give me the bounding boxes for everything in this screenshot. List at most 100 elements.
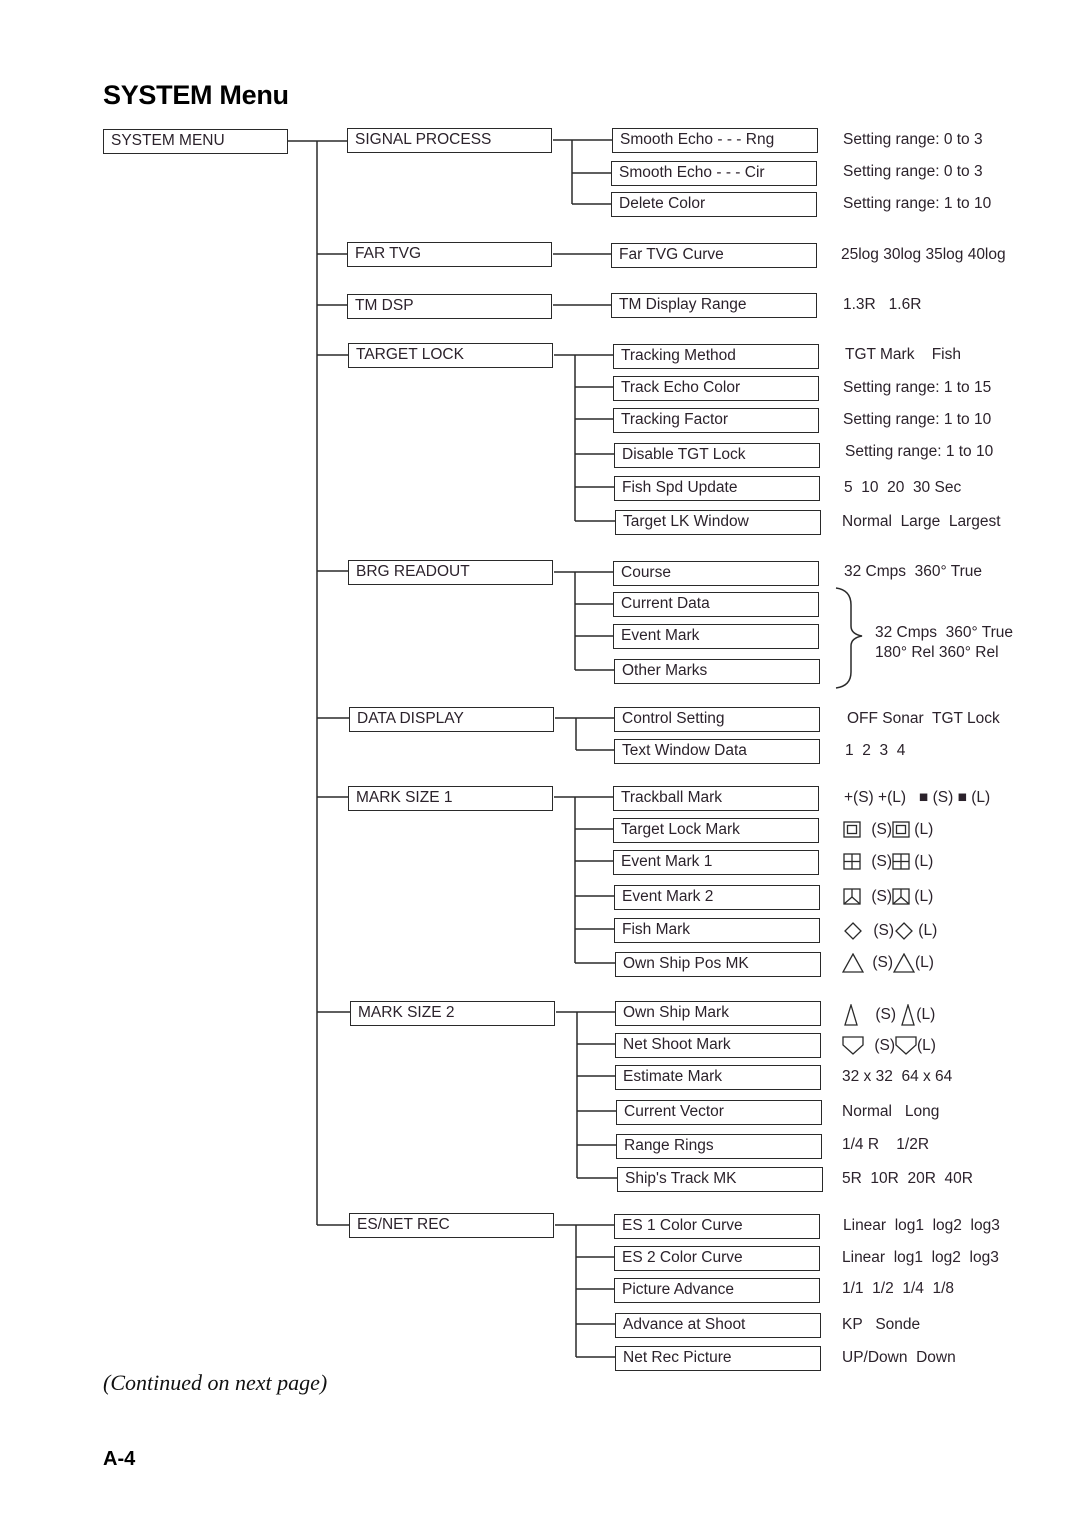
grid-square-icon <box>892 853 910 871</box>
item-tm-display-range[interactable]: TM Display Range <box>611 293 817 318</box>
item-other-marks[interactable]: Other Marks <box>614 659 820 684</box>
value-tracking-factor: Setting range: 1 to 10 <box>843 411 992 428</box>
value-disable-tgt-lock: Setting range: 1 to 10 <box>845 443 994 460</box>
size-large-label: (L) <box>914 821 934 838</box>
size-large-label: (L) <box>918 922 938 939</box>
value-ships-track-mk: 5R 10R 20R 40R <box>842 1170 973 1187</box>
item-tracking-factor[interactable]: Tracking Factor <box>613 408 819 433</box>
pentagon-down-icon <box>895 1036 917 1056</box>
item-text-window-data[interactable]: Text Window Data <box>614 739 820 764</box>
size-large-label: (L) <box>916 1006 936 1024</box>
item-target-lock-mark[interactable]: Target Lock Mark <box>613 818 819 843</box>
diamond-icon <box>844 921 862 940</box>
item-disable-tgt-lock[interactable]: Disable TGT Lock <box>614 443 820 468</box>
item-event-mark-1[interactable]: Event Mark 1 <box>613 850 819 875</box>
value-smooth-echo-rng: Setting range: 0 to 3 <box>843 131 983 148</box>
value-track-echo-color: Setting range: 1 to 15 <box>843 379 992 396</box>
item-event-mark[interactable]: Event Mark <box>613 624 819 649</box>
value-tm-display-range: 1.3R 1.6R <box>843 296 922 313</box>
item-smooth-echo-rng[interactable]: Smooth Echo - - - Rng <box>612 128 818 153</box>
item-net-shoot-mark[interactable]: Net Shoot Mark <box>615 1033 821 1058</box>
value-picture-advance: 1/1 1/2 1/4 1/8 <box>842 1280 955 1297</box>
item-far-tvg-curve[interactable]: Far TVG Curve <box>611 243 817 268</box>
size-large-label: (L) <box>916 1037 936 1054</box>
value-current-vector: Normal Long <box>842 1103 940 1120</box>
menu-tm-dsp[interactable]: TM DSP <box>347 294 552 319</box>
value-course: 32 Cmps 360° True <box>844 563 983 580</box>
diamond-icon <box>895 921 913 940</box>
double-square-icon <box>843 821 861 839</box>
size-small-label: (S) <box>873 922 894 939</box>
value-es1-color-curve: Linear log1 log2 log3 <box>843 1217 1000 1234</box>
size-small-label: (S) <box>871 853 892 870</box>
value-tracking-method: TGT Mark Fish <box>845 346 961 363</box>
item-es2-color-curve[interactable]: ES 2 Color Curve <box>614 1246 820 1271</box>
item-control-setting[interactable]: Control Setting <box>614 707 820 732</box>
narrow-triangle-icon <box>901 1004 916 1026</box>
item-own-ship-pos-mk[interactable]: Own Ship Pos MK <box>615 952 821 977</box>
size-small-label: (S) <box>875 1006 896 1024</box>
item-es1-color-curve[interactable]: ES 1 Color Curve <box>614 1214 820 1239</box>
item-range-rings[interactable]: Range Rings <box>616 1134 822 1159</box>
item-current-data[interactable]: Current Data <box>613 592 819 617</box>
menu-brg-readout[interactable]: BRG READOUT <box>348 560 553 585</box>
menu-mark-size-2[interactable]: MARK SIZE 2 <box>350 1001 555 1026</box>
item-own-ship-mark[interactable]: Own Ship Mark <box>615 1001 821 1026</box>
item-event-mark-2[interactable]: Event Mark 2 <box>614 885 820 910</box>
item-course[interactable]: Course <box>613 561 819 586</box>
value-own-ship-mark: (S) (L) <box>843 1004 935 1026</box>
size-small-label: (S) <box>874 1037 895 1054</box>
item-track-echo-color[interactable]: Track Echo Color <box>613 376 819 401</box>
item-delete-color[interactable]: Delete Color <box>611 192 817 217</box>
square-with-chevron-icon <box>892 888 910 906</box>
value-delete-color: Setting range: 1 to 10 <box>843 195 992 212</box>
value-text-window-data: 1 2 3 4 <box>845 742 906 759</box>
value-target-lock-mark: (S) (L) <box>843 820 933 840</box>
double-square-icon <box>892 821 910 839</box>
item-advance-at-shoot[interactable]: Advance at Shoot <box>615 1313 821 1338</box>
value-trackball-mark: +(S) +(L) ■ (S) ■ (L) <box>844 789 991 806</box>
menu-far-tvg[interactable]: FAR TVG <box>347 242 552 267</box>
value-es2-color-curve: Linear log1 log2 log3 <box>842 1249 999 1266</box>
menu-target-lock[interactable]: TARGET LOCK <box>348 343 553 368</box>
menu-es-net-rec[interactable]: ES/NET REC <box>349 1213 554 1238</box>
size-small-label: (S) <box>871 888 892 905</box>
item-fish-mark[interactable]: Fish Mark <box>614 918 820 943</box>
value-event-mark-1: (S) (L) <box>843 852 933 872</box>
value-smooth-echo-cir: Setting range: 0 to 3 <box>843 163 983 180</box>
value-far-tvg-curve: 25log 30log 35log 40log <box>841 246 1006 263</box>
menu-data-display[interactable]: DATA DISPLAY <box>349 707 554 732</box>
item-current-vector[interactable]: Current Vector <box>616 1100 822 1125</box>
menu-signal-process[interactable]: SIGNAL PROCESS <box>347 128 552 153</box>
size-small-label: (S) <box>872 954 893 972</box>
value-brace-line2: 180° Rel 360° Rel <box>875 644 999 661</box>
item-fish-spd-update[interactable]: Fish Spd Update <box>614 476 820 501</box>
triangle-icon <box>842 953 864 973</box>
item-target-lk-window[interactable]: Target LK Window <box>615 510 821 535</box>
item-picture-advance[interactable]: Picture Advance <box>614 1278 820 1303</box>
value-target-lk-window: Normal Large Largest <box>842 513 1001 530</box>
value-brace-line1: 32 Cmps 360° True <box>875 624 1014 641</box>
item-trackball-mark[interactable]: Trackball Mark <box>613 786 819 811</box>
value-event-mark-2: (S) (L) <box>843 887 933 907</box>
square-with-chevron-icon <box>843 888 861 906</box>
pentagon-down-icon <box>842 1036 864 1056</box>
value-fish-mark: (S) (L) <box>843 921 937 941</box>
size-large-label: (L) <box>914 954 934 972</box>
value-net-rec-picture: UP/Down Down <box>842 1349 956 1366</box>
menu-mark-size-1[interactable]: MARK SIZE 1 <box>348 786 553 811</box>
item-estimate-mark[interactable]: Estimate Mark <box>615 1065 821 1090</box>
item-ships-track-mk[interactable]: Ship's Track MK <box>617 1167 823 1192</box>
value-net-shoot-mark: (S) (L) <box>842 1036 936 1056</box>
item-tracking-method[interactable]: Tracking Method <box>613 344 819 369</box>
item-net-rec-picture[interactable]: Net Rec Picture <box>615 1346 821 1371</box>
triangle-icon <box>892 953 915 973</box>
value-range-rings: 1/4 R 1/2R <box>842 1136 930 1153</box>
continued-note: (Continued on next page) <box>103 1370 328 1395</box>
system-menu-root[interactable]: SYSTEM MENU <box>103 129 288 154</box>
value-control-setting: OFF Sonar TGT Lock <box>847 710 1000 727</box>
grid-square-icon <box>843 853 861 871</box>
page-number: A-4 <box>103 1448 136 1470</box>
size-large-label: (L) <box>914 853 934 870</box>
item-smooth-echo-cir[interactable]: Smooth Echo - - - Cir <box>611 161 817 186</box>
